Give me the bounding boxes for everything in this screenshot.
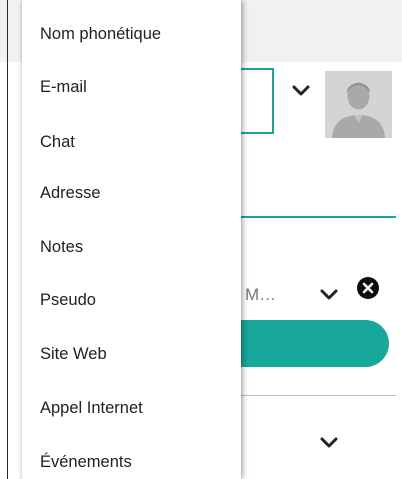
chevron-down-icon[interactable]: [292, 85, 310, 97]
menu-item-address[interactable]: Adresse: [22, 166, 241, 221]
field-type-label[interactable]: M…: [245, 285, 276, 305]
menu-item-website[interactable]: Site Web: [22, 327, 241, 382]
menu-item-nickname[interactable]: Pseudo: [22, 273, 241, 328]
menu-item-email[interactable]: E-mail: [22, 60, 241, 115]
chevron-down-icon[interactable]: [320, 289, 338, 301]
menu-item-events[interactable]: Événements: [22, 435, 241, 479]
chevron-down-icon[interactable]: [320, 437, 338, 449]
remove-field-button[interactable]: [357, 277, 379, 299]
field-underline: [241, 216, 396, 218]
menu-item-notes[interactable]: Notes: [22, 220, 241, 275]
screen-edge: [7, 0, 8, 479]
section-divider: [241, 395, 396, 396]
menu-item-chat[interactable]: Chat: [22, 115, 241, 170]
avatar-placeholder-icon[interactable]: [325, 71, 392, 138]
menu-item-phonetic-name[interactable]: Nom phonétique: [22, 7, 241, 62]
menu-item-internet-call[interactable]: Appel Internet: [22, 381, 241, 436]
add-field-menu: Nom phonétique E-mail Chat Adresse Notes…: [22, 0, 241, 479]
close-icon: [362, 282, 374, 294]
